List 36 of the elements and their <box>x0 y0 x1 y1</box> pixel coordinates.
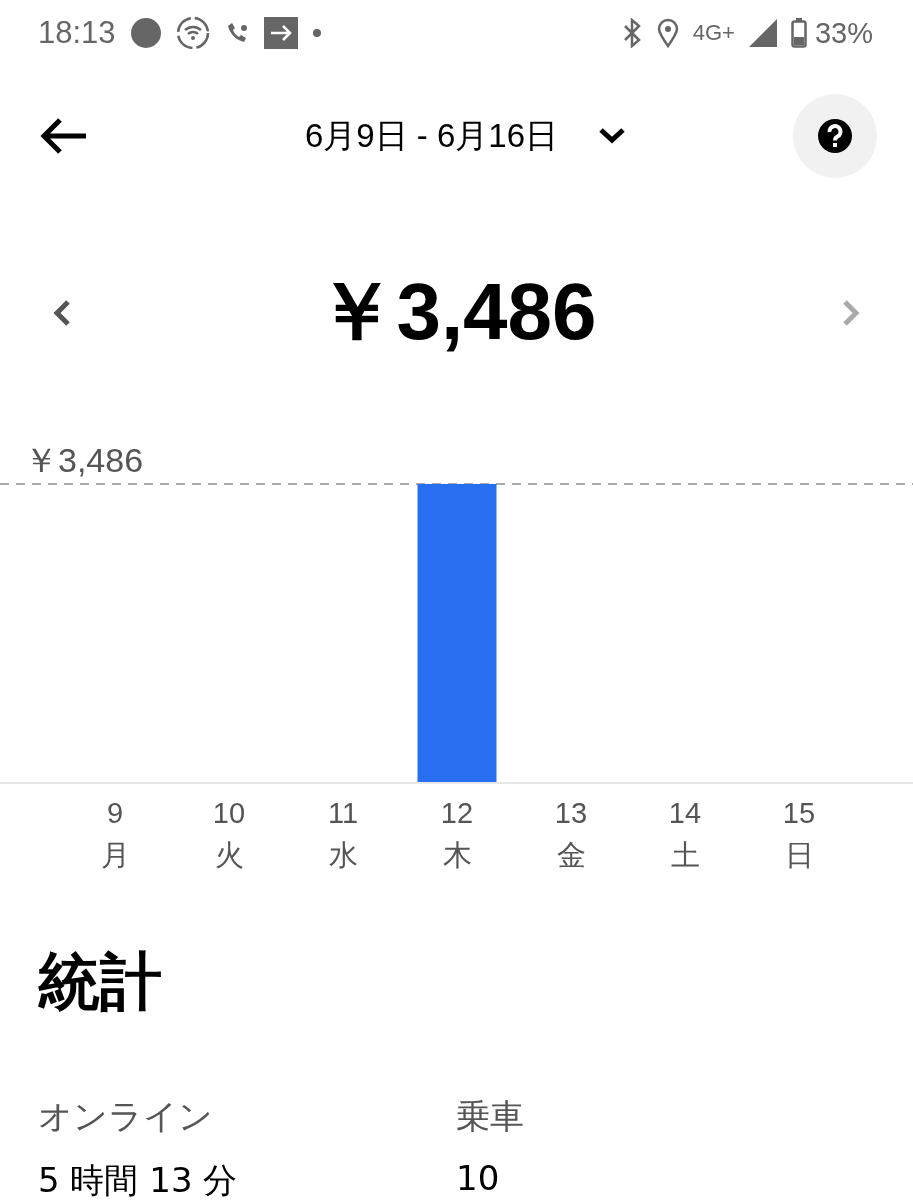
help-icon <box>817 118 853 154</box>
signal-icon <box>748 19 777 47</box>
day-label: 11 <box>327 797 359 829</box>
dot-icon <box>311 28 322 38</box>
weekday-label: 土 <box>670 839 700 871</box>
day-label: 12 <box>440 797 474 829</box>
stat-value: 10 <box>456 1158 501 1198</box>
caret-icon <box>598 127 627 145</box>
stat-label: オンライン <box>38 1095 214 1138</box>
day-label: 15 <box>782 797 816 829</box>
day-label: 10 <box>212 797 246 829</box>
back-button[interactable] <box>38 116 88 156</box>
weekday-label: 火 <box>214 839 244 871</box>
day-label: 13 <box>554 797 588 829</box>
circle-icon <box>129 17 162 49</box>
stats-heading: 統計 <box>38 944 163 1020</box>
stat-label: 乗車 <box>456 1095 525 1138</box>
location-icon <box>656 18 679 48</box>
weekday-label: 月 <box>100 839 130 871</box>
arrow-box-icon <box>263 17 298 49</box>
total-amount: ￥3,486 <box>316 266 597 358</box>
weekday-label: 金 <box>556 839 586 871</box>
weekday-label: 水 <box>328 839 358 871</box>
day-label: 9 <box>106 797 124 829</box>
battery-percent: 33% <box>814 16 873 50</box>
weekday-label: 日 <box>784 839 814 871</box>
previous-week-button[interactable] <box>52 298 72 328</box>
status-time: 18:13 <box>38 15 116 51</box>
max-value-label: ￥3,486 <box>24 441 144 479</box>
wifi-icon <box>175 16 210 50</box>
day-label: 14 <box>668 797 702 829</box>
battery-icon <box>790 18 807 48</box>
network-type: 4G+ <box>692 20 735 46</box>
date-range-dropdown[interactable]: 6月9日 - 6月16日 <box>304 113 627 159</box>
weekday-label: 木 <box>442 839 472 871</box>
stat-value: 5 時間 13 分 <box>38 1159 239 1200</box>
